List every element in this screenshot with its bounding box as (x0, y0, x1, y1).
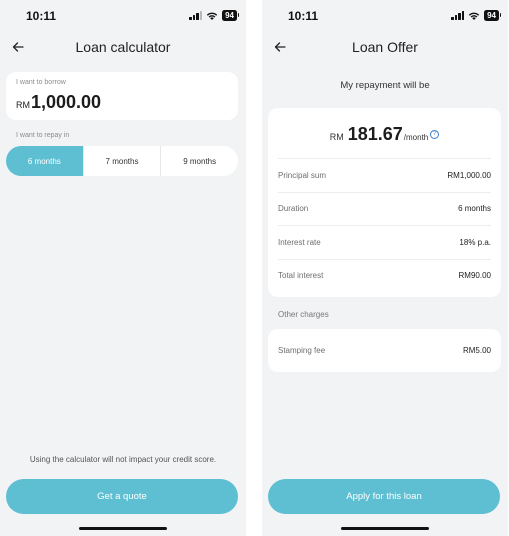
stamping-fee-card: Stamping fee RM5.00 (268, 329, 501, 372)
repayment-subtitle: My repayment will be (340, 80, 430, 91)
loan-calculator-screen: 10:11 94 Loan calculator I want to borro… (0, 0, 246, 536)
page-title: Loan Offer (352, 39, 418, 55)
battery-icon: 94 (484, 10, 501, 21)
borrow-label: I want to borrow (16, 79, 66, 86)
detail-row-principal: Principal sum RM1,000.00 (278, 158, 491, 192)
credit-score-disclaimer: Using the calculator will not impact you… (29, 455, 217, 464)
borrow-amount-field[interactable]: RM 1,000.00 (16, 92, 101, 113)
signal-icon (189, 11, 203, 20)
nav-bar: Loan Offer (262, 36, 508, 58)
help-circle-icon[interactable]: ? (430, 130, 440, 139)
detail-label: Interest rate (278, 237, 321, 247)
other-charges-label: Other charges (278, 310, 329, 319)
duration-option-6-months[interactable]: 6 months (6, 146, 83, 176)
monthly-currency: RM (329, 132, 344, 142)
duration-option-7-months[interactable]: 7 months (82, 146, 161, 176)
borrow-amount[interactable]: 1,000.00 (31, 92, 101, 113)
monthly-amount: 181.67 (347, 124, 403, 144)
detail-label: Total interest (278, 271, 324, 281)
borrow-amount-card[interactable]: I want to borrow RM 1,000.00 (6, 72, 238, 120)
page-title: Loan calculator (75, 39, 171, 55)
detail-value: 6 months (458, 204, 491, 214)
stamping-fee-value: RM5.00 (462, 346, 491, 355)
wifi-icon (206, 12, 218, 20)
duration-selector: 6 months 7 months 9 months (6, 146, 238, 176)
detail-row-duration: Duration 6 months (278, 191, 491, 226)
repayment-summary-card: RM 181.67 /month ? Principal sum RM1,000… (268, 108, 501, 297)
apply-loan-button[interactable]: Apply for this loan (268, 479, 500, 514)
detail-label: Duration (278, 204, 309, 214)
signal-icon (451, 11, 465, 20)
monthly-repayment: RM 181.67 /month ? (268, 124, 501, 145)
duration-option-9-months[interactable]: 9 months (160, 146, 238, 176)
wifi-icon (468, 12, 480, 20)
status-bar: 10:11 94 (0, 0, 246, 30)
status-icons: 94 (189, 10, 239, 21)
detail-label: Principal sum (278, 170, 327, 180)
repay-label: I want to repay in (16, 132, 70, 139)
detail-value: RM90.00 (458, 271, 491, 281)
borrow-currency: RM (16, 100, 30, 110)
detail-row-interest-rate: Interest rate 18% p.a. (278, 225, 491, 259)
status-bar: 10:11 94 (262, 0, 508, 30)
monthly-unit: /month (403, 133, 429, 142)
loan-offer-screen: 10:11 94 Loan Offer My repayment will be… (262, 0, 508, 536)
status-time: 10:11 (26, 9, 57, 23)
status-icons: 94 (451, 10, 501, 21)
battery-icon: 94 (222, 10, 239, 21)
status-time: 10:11 (288, 9, 319, 23)
home-indicator[interactable] (341, 527, 429, 530)
detail-value: 18% p.a. (459, 237, 491, 247)
home-indicator[interactable] (79, 527, 167, 530)
get-quote-button[interactable]: Get a quote (6, 479, 238, 514)
nav-bar: Loan calculator (0, 36, 246, 58)
stamping-fee-label: Stamping fee (278, 346, 326, 355)
detail-row-total-interest: Total interest RM90.00 (278, 258, 491, 293)
detail-value: RM1,000.00 (447, 170, 491, 180)
